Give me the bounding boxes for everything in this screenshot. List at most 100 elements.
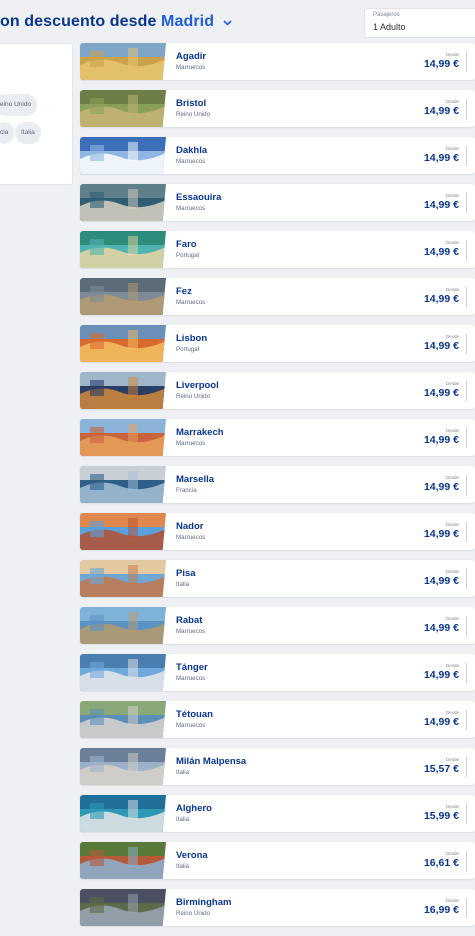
destination-photo bbox=[80, 842, 166, 879]
destination-card[interactable]: Dakhla Marruecos Desde 14,99 € bbox=[80, 137, 475, 174]
destination-city: Fez bbox=[176, 286, 192, 297]
destination-price: 14,99 € bbox=[423, 340, 459, 352]
page-title: on descuento desde Madrid bbox=[0, 13, 232, 31]
filter-chip[interactable]: Italia bbox=[15, 122, 41, 144]
destination-city: Birmingham bbox=[176, 897, 232, 908]
destination-card[interactable]: Marsella Francia Desde 14,99 € bbox=[80, 466, 475, 503]
destination-card[interactable]: Nador Marruecos Desde 14,99 € bbox=[80, 513, 475, 550]
destination-price: 16,61 € bbox=[423, 857, 459, 869]
destination-card[interactable]: Marrakech Marruecos Desde 14,99 € bbox=[80, 419, 475, 456]
card-divider bbox=[466, 522, 467, 542]
destination-photo bbox=[80, 560, 166, 597]
destination-country: Marruecos bbox=[176, 534, 206, 541]
destination-city: Nador bbox=[176, 521, 204, 532]
destination-price: 14,99 € bbox=[423, 152, 459, 164]
price-from-label: Desde bbox=[445, 616, 459, 621]
origin-city-selector[interactable]: Madrid bbox=[161, 13, 214, 30]
destination-country: Italia bbox=[176, 769, 190, 776]
destination-photo bbox=[80, 419, 166, 456]
price-from-label: Desde bbox=[445, 52, 459, 57]
destination-photo bbox=[80, 466, 166, 503]
destination-photo bbox=[80, 278, 166, 315]
destination-card[interactable]: Rabat Marruecos Desde 14,99 € bbox=[80, 607, 475, 644]
destination-card[interactable]: Birmingham Reino Unido Desde 16,99 € bbox=[80, 889, 475, 926]
destination-photo bbox=[80, 325, 166, 362]
destination-country: Marruecos bbox=[176, 440, 206, 447]
destination-card[interactable]: Tétouan Marruecos Desde 14,99 € bbox=[80, 701, 475, 738]
passengers-field[interactable]: Pasajeros 1 Adulto bbox=[364, 8, 475, 38]
chevron-down-icon[interactable] bbox=[223, 13, 232, 31]
destination-card[interactable]: Verona Italia Desde 16,61 € bbox=[80, 842, 475, 879]
destination-city: Tétouan bbox=[176, 709, 213, 720]
filter-panel: eino Unido cia Italia bbox=[0, 43, 73, 185]
card-divider bbox=[466, 898, 467, 918]
destination-card[interactable]: Milán Malpensa Italia Desde 15,57 € bbox=[80, 748, 475, 785]
destination-photo bbox=[80, 231, 166, 268]
card-divider bbox=[466, 475, 467, 495]
destination-country: Reino Unido bbox=[176, 393, 211, 400]
destination-price: 14,99 € bbox=[423, 481, 459, 493]
destination-card[interactable]: Pisa Italia Desde 14,99 € bbox=[80, 560, 475, 597]
price-from-label: Desde bbox=[445, 240, 459, 245]
card-divider bbox=[466, 287, 467, 307]
destination-country: Marruecos bbox=[176, 675, 206, 682]
destination-photo bbox=[80, 372, 166, 409]
price-from-label: Desde bbox=[445, 663, 459, 668]
destination-city: Bristol bbox=[176, 98, 207, 109]
destination-photo bbox=[80, 184, 166, 221]
destination-country: Italia bbox=[176, 863, 190, 870]
destination-card[interactable]: Alghero Italia Desde 15,99 € bbox=[80, 795, 475, 832]
card-divider bbox=[466, 52, 467, 72]
price-from-label: Desde bbox=[445, 381, 459, 386]
destination-card[interactable]: Essaouira Marruecos Desde 14,99 € bbox=[80, 184, 475, 221]
destination-country: Italia bbox=[176, 581, 190, 588]
card-divider bbox=[466, 569, 467, 589]
price-from-label: Desde bbox=[445, 851, 459, 856]
destination-photo bbox=[80, 43, 166, 80]
destination-price: 14,99 € bbox=[423, 293, 459, 305]
destination-price: 14,99 € bbox=[423, 622, 459, 634]
page-header: on descuento desde Madrid Pasajeros 1 Ad… bbox=[0, 0, 475, 42]
card-divider bbox=[466, 804, 467, 824]
card-divider bbox=[466, 851, 467, 871]
destination-country: Reino Unido bbox=[176, 111, 211, 118]
price-from-label: Desde bbox=[445, 428, 459, 433]
destination-photo bbox=[80, 90, 166, 127]
price-from-label: Desde bbox=[445, 569, 459, 574]
destination-city: Faro bbox=[176, 239, 197, 250]
destination-card[interactable]: Lisbon Portugal Desde 14,99 € bbox=[80, 325, 475, 362]
destination-city: Tánger bbox=[176, 662, 208, 673]
destination-country: Marruecos bbox=[176, 205, 206, 212]
destination-card[interactable]: Faro Portugal Desde 14,99 € bbox=[80, 231, 475, 268]
destination-country: Marruecos bbox=[176, 299, 206, 306]
destination-card[interactable]: Liverpool Reino Unido Desde 14,99 € bbox=[80, 372, 475, 409]
destination-country: Marruecos bbox=[176, 722, 206, 729]
destination-city: Marsella bbox=[176, 474, 215, 485]
price-from-label: Desde bbox=[445, 710, 459, 715]
destination-country: Francia bbox=[176, 487, 197, 494]
destination-price: 14,99 € bbox=[423, 575, 459, 587]
destination-city: Pisa bbox=[176, 568, 196, 579]
destination-card[interactable]: Fez Marruecos Desde 14,99 € bbox=[80, 278, 475, 315]
filter-chip[interactable]: cia bbox=[0, 122, 15, 144]
destination-card[interactable]: Agadir Marruecos Desde 14,99 € bbox=[80, 43, 475, 80]
destination-country: Reino Unido bbox=[176, 910, 211, 917]
destination-city: Milán Malpensa bbox=[176, 756, 247, 767]
title-prefix: on descuento desde bbox=[0, 13, 157, 31]
destination-city: Liverpool bbox=[176, 380, 219, 391]
destination-price: 14,99 € bbox=[423, 669, 459, 681]
destination-card[interactable]: Tánger Marruecos Desde 14,99 € bbox=[80, 654, 475, 691]
card-divider bbox=[466, 616, 467, 636]
destination-city: Marrakech bbox=[176, 427, 224, 438]
destination-card[interactable]: Bristol Reino Unido Desde 14,99 € bbox=[80, 90, 475, 127]
destination-city: Essaouira bbox=[176, 192, 222, 203]
destination-price: 14,99 € bbox=[423, 58, 459, 70]
price-from-label: Desde bbox=[445, 193, 459, 198]
price-from-label: Desde bbox=[445, 146, 459, 151]
destination-price: 16,99 € bbox=[423, 904, 459, 916]
destination-photo bbox=[80, 607, 166, 644]
filter-chip[interactable]: eino Unido bbox=[0, 94, 38, 116]
destination-city: Dakhla bbox=[176, 145, 208, 156]
price-from-label: Desde bbox=[445, 287, 459, 292]
card-divider bbox=[466, 146, 467, 166]
